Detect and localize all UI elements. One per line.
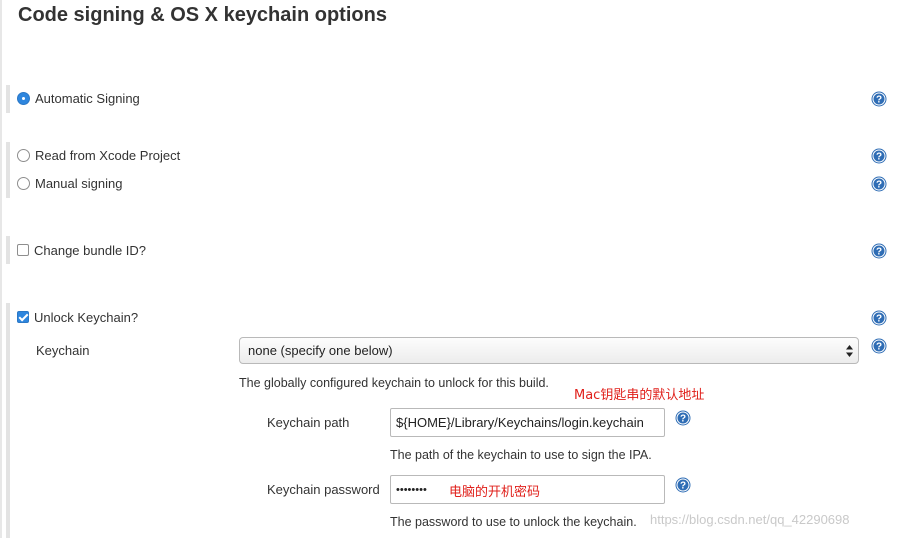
- keychain-label: Keychain: [36, 343, 90, 358]
- checkbox-unlock-keychain[interactable]: Unlock Keychain?: [17, 307, 138, 327]
- svg-text:?: ?: [876, 342, 882, 353]
- radio-label-manual-signing: Manual signing: [35, 175, 123, 191]
- svg-text:?: ?: [876, 180, 882, 191]
- svg-text:?: ?: [876, 314, 882, 325]
- help-icon[interactable]: ?: [675, 410, 691, 426]
- checkbox[interactable]: [17, 244, 29, 256]
- radio-read-from-xcode[interactable]: Read from Xcode Project: [17, 145, 180, 165]
- keychain-description: The globally configured keychain to unlo…: [239, 376, 549, 390]
- svg-text:?: ?: [876, 247, 882, 258]
- keychain-path-label: Keychain path: [267, 415, 350, 430]
- group-bar-keychain: [6, 303, 10, 538]
- checkbox-change-bundle-id[interactable]: Change bundle ID?: [17, 240, 146, 260]
- annotation-computer-password: 电脑的开机密码: [449, 485, 541, 500]
- code-signing-panel: Code signing & OS X keychain options Aut…: [0, 0, 902, 538]
- keychain-password-value: ••••••••: [396, 483, 427, 496]
- keychain-password-label: Keychain password: [267, 482, 380, 497]
- keychain-path-description: The path of the keychain to use to sign …: [390, 448, 652, 462]
- checkbox-checked[interactable]: [17, 311, 29, 323]
- help-icon[interactable]: ?: [871, 176, 887, 192]
- keychain-select[interactable]: none (specify one below): [239, 337, 859, 364]
- annotation-keychain-default-path: Mac钥匙串的默认地址: [574, 388, 705, 403]
- help-icon[interactable]: ?: [871, 338, 887, 354]
- svg-text:?: ?: [876, 95, 882, 106]
- checkbox-label-change-bundle-id: Change bundle ID?: [34, 242, 147, 258]
- watermark: https://blog.csdn.net/qq_42290698: [650, 512, 850, 527]
- section-title: Code signing & OS X keychain options: [18, 4, 387, 26]
- svg-text:?: ?: [680, 414, 686, 425]
- panel-left-border: [0, 0, 2, 538]
- svg-text:?: ?: [876, 152, 882, 163]
- help-icon[interactable]: ?: [871, 148, 887, 164]
- radio-button[interactable]: [17, 148, 30, 162]
- help-icon[interactable]: ?: [871, 91, 887, 107]
- radio-automatic-signing[interactable]: Automatic Signing: [17, 88, 140, 108]
- radio-label-read-from-xcode: Read from Xcode Project: [35, 147, 181, 163]
- keychain-select-value: none (specify one below): [248, 343, 393, 358]
- radio-label-automatic-signing: Automatic Signing: [35, 90, 140, 106]
- select-arrows-icon: [846, 345, 853, 357]
- radio-button[interactable]: [17, 176, 30, 190]
- keychain-path-input[interactable]: [390, 408, 665, 437]
- radio-button-checked[interactable]: [17, 91, 30, 105]
- help-icon[interactable]: ?: [871, 310, 887, 326]
- svg-text:?: ?: [680, 481, 686, 492]
- checkbox-label-unlock-keychain: Unlock Keychain?: [34, 309, 139, 325]
- group-bar-bundle: [6, 236, 10, 264]
- keychain-password-description: The password to use to unlock the keycha…: [390, 515, 637, 529]
- help-icon[interactable]: ?: [675, 477, 691, 493]
- radio-manual-signing[interactable]: Manual signing: [17, 173, 122, 193]
- group-bar-automatic: [6, 85, 10, 113]
- group-bar-signing-modes: [6, 142, 10, 198]
- help-icon[interactable]: ?: [871, 243, 887, 259]
